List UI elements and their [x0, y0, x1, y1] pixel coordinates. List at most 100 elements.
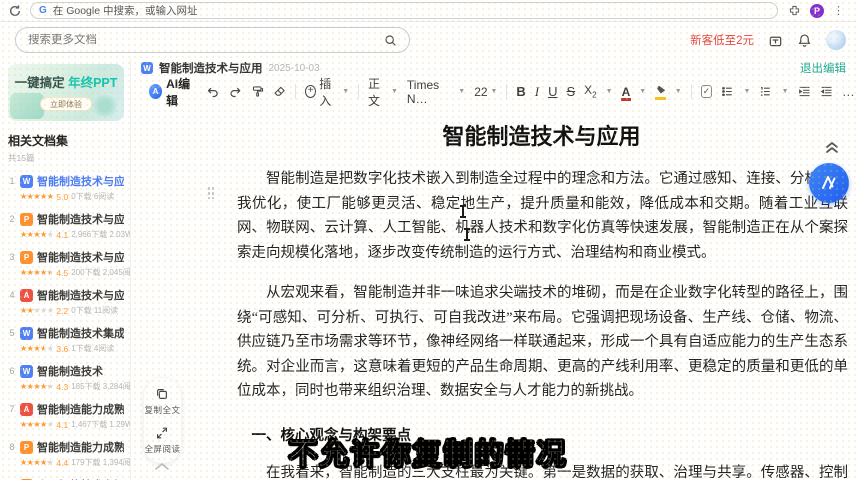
browser-bar: G 在 Google 中搜索，或输入网址 P ⋮ — [0, 0, 856, 22]
insert-button[interactable]: + 插入 ▼ — [305, 75, 349, 109]
doc-meta: 0下载 11阅读 — [71, 305, 118, 316]
doc-canvas[interactable]: 智能制造技术与应用 智能制造是把数字化技术嵌入到制造全过程中的理念和方法。它通过… — [131, 105, 856, 480]
double-chevron-up-icon[interactable] — [824, 140, 840, 154]
list-item[interactable]: 5 W 智能制造技术集成与… ★★★★★★★★★★ 3.6 1下载 4阅读 — [8, 325, 124, 354]
paragraph-2[interactable]: 从宏观来看，智能制造并非一味追求尖端技术的堆砌，而是在企业数字化转型的路径上，围… — [237, 281, 848, 404]
related-docs-count: 共15篇 — [8, 152, 124, 164]
doc-search-bar[interactable] — [15, 27, 410, 53]
copy-fulltext-button[interactable]: 复制全文 — [144, 387, 180, 416]
indent-increase-icon[interactable] — [820, 84, 833, 99]
doc-title-link[interactable]: 智能制造技术与应用 — [37, 173, 124, 189]
rating-stars: ★★★★★★★★★★ — [20, 459, 53, 467]
underline-button[interactable]: U — [548, 84, 557, 99]
toolbar-divider — [691, 84, 692, 99]
floating-tools-panel: 复制全文 全屏阅读 — [144, 378, 181, 463]
file-type-icon: P — [20, 251, 33, 264]
font-family-select[interactable]: Times N… ▼ — [407, 78, 465, 106]
rating-stars: ★★★★★★★★★★ — [20, 193, 53, 201]
doc-title-link[interactable]: 智能制造技术与应用 — [37, 249, 124, 265]
banner-cta-button[interactable]: 立即体验 — [40, 97, 92, 111]
list-item[interactable]: 7 A 智能制造能力成熟度… ★★★★★★★★★★ 4.1 1,467下载 1.… — [8, 401, 124, 430]
doc-meta: 200下载 2,045阅读 — [71, 267, 131, 278]
file-type-icon: W — [20, 175, 33, 188]
chevron-down-icon: ▼ — [342, 88, 349, 95]
search-input[interactable] — [28, 34, 384, 46]
list-item[interactable]: 1 W 智能制造技术与应用 ★★★★★★★★★★ 5.0 0下载 6阅读 — [8, 173, 124, 202]
collapse-chevron-icon[interactable] — [153, 460, 171, 472]
gift-box-icon[interactable] — [768, 33, 783, 48]
extensions-icon[interactable] — [788, 4, 801, 17]
ai-assistant-button[interactable] — [809, 163, 849, 203]
format-painter-icon[interactable] — [251, 84, 264, 99]
indent-decrease-icon[interactable] — [798, 84, 811, 99]
rating-stars: ★★★★★★★★★★ — [20, 383, 53, 391]
doc-title-link[interactable]: 智能制造技术与应用 — [37, 287, 124, 303]
ppt-promo-banner[interactable]: 一键搞定 年终PPT 立即体验 — [8, 64, 124, 121]
doc-date: 2025-10-03 — [269, 63, 320, 74]
rating-stars: ★★★★★★★★★★ — [20, 269, 53, 277]
bullet-list-icon[interactable] — [721, 84, 734, 99]
subscript-button[interactable]: X2 — [584, 83, 596, 99]
highlight-color-button[interactable] — [655, 86, 666, 98]
strikethrough-button[interactable]: S — [566, 84, 575, 99]
exit-edit-button[interactable]: 退出编辑 — [800, 60, 846, 76]
font-color-button[interactable]: A — [622, 86, 631, 98]
more-tools-button[interactable]: … — [842, 84, 856, 99]
chevron-down-icon[interactable]: ▼ — [743, 88, 750, 95]
italic-button[interactable]: I — [535, 84, 539, 100]
item-rank: 2 — [8, 214, 16, 224]
assistant-logo-icon — [819, 173, 839, 193]
ai-edit-button[interactable]: A AI编辑 — [149, 75, 197, 109]
list-item[interactable]: 6 W 智能制造技术 ★★★★★★★★★★ 4.3 185下载 3,284阅读 — [8, 363, 124, 392]
chevron-down-icon[interactable]: ▼ — [782, 88, 789, 95]
bell-icon[interactable] — [797, 33, 812, 48]
user-avatar[interactable] — [826, 30, 846, 50]
promo-text[interactable]: 新客低至2元 — [690, 32, 754, 48]
browser-profile-avatar[interactable]: P — [810, 4, 824, 18]
list-item[interactable]: 3 P 智能制造技术与应用 ★★★★★★★★★★ 4.5 200下载 2,045… — [8, 249, 124, 278]
refresh-icon[interactable] — [8, 4, 22, 18]
search-icon[interactable] — [384, 34, 397, 47]
font-size-select[interactable]: 22 ▼ — [474, 85, 497, 99]
address-bar-text[interactable]: 在 Google 中搜索，或输入网址 — [53, 3, 198, 18]
redo-icon[interactable] — [229, 84, 242, 99]
fullscreen-read-button[interactable]: 全屏阅读 — [144, 426, 180, 455]
chevron-down-icon[interactable]: ▼ — [606, 88, 613, 95]
doc-header: W 智能制造技术与应用 2025-10-03 退出编辑 — [131, 58, 856, 78]
doc-content-title[interactable]: 智能制造技术与应用 — [237, 119, 846, 151]
doc-title-link[interactable]: 智能制造能力成熟度… — [37, 439, 124, 455]
file-type-icon: P — [20, 213, 33, 226]
doc-title-link[interactable]: 智能制造技术集成与… — [37, 325, 124, 341]
bold-button[interactable]: B — [516, 84, 525, 99]
ibeam-pointer-icon — [462, 228, 472, 241]
sidebar: 一键搞定 年终PPT 立即体验 相关文档集 共15篇 1 W 智能制造技术与应用… — [0, 58, 131, 480]
fullscreen-icon — [155, 426, 169, 440]
doc-title-link[interactable]: 智能制造技术 — [37, 363, 103, 379]
eraser-icon[interactable] — [273, 84, 286, 99]
address-bar[interactable]: G 在 Google 中搜索，或输入网址 — [30, 2, 778, 19]
chevron-down-icon: ▼ — [491, 88, 498, 95]
rating-value: 5.0 — [56, 192, 68, 202]
chevron-down-icon[interactable]: ▼ — [675, 88, 682, 95]
browser-menu-icon[interactable]: ⋮ — [833, 4, 844, 17]
list-item[interactable]: 4 A 智能制造技术与应用 ★★★★★★★★★★ 2.2 0下载 11阅读 — [8, 287, 124, 316]
item-rank: 1 — [8, 176, 16, 186]
file-type-icon: P — [20, 441, 33, 454]
doc-meta: 0下载 6阅读 — [71, 191, 114, 202]
doc-title-link[interactable]: 智能制造技术与应用 — [37, 211, 124, 227]
list-item[interactable]: 8 P 智能制造能力成熟度… ★★★★★★★★★★ 4.4 179下载 1,39… — [8, 439, 124, 468]
paragraph-drag-handle-icon[interactable] — [207, 186, 215, 199]
task-list-button[interactable]: ✓ — [701, 85, 713, 98]
toolbar-divider — [358, 84, 359, 99]
rating-value: 4.5 — [56, 268, 68, 278]
chevron-down-icon[interactable]: ▼ — [639, 88, 646, 95]
doc-title-link[interactable]: 智能制造能力成熟度… — [37, 401, 124, 417]
undo-icon[interactable] — [206, 84, 219, 99]
paragraph-style-select[interactable]: 正文 ▼ — [368, 75, 398, 109]
file-type-icon: W — [20, 327, 33, 340]
list-item[interactable]: 2 P 智能制造技术与应用 ★★★★★★★★★★ 4.1 2,966下载 2.0… — [8, 211, 124, 240]
paragraph-1[interactable]: 智能制造是把数字化技术嵌入到制造全过程中的理念和方法。它通过感知、连接、分析和自… — [237, 167, 848, 265]
item-rank: 3 — [8, 252, 16, 262]
item-rank: 7 — [8, 404, 16, 414]
numbered-list-icon[interactable] — [759, 84, 772, 99]
